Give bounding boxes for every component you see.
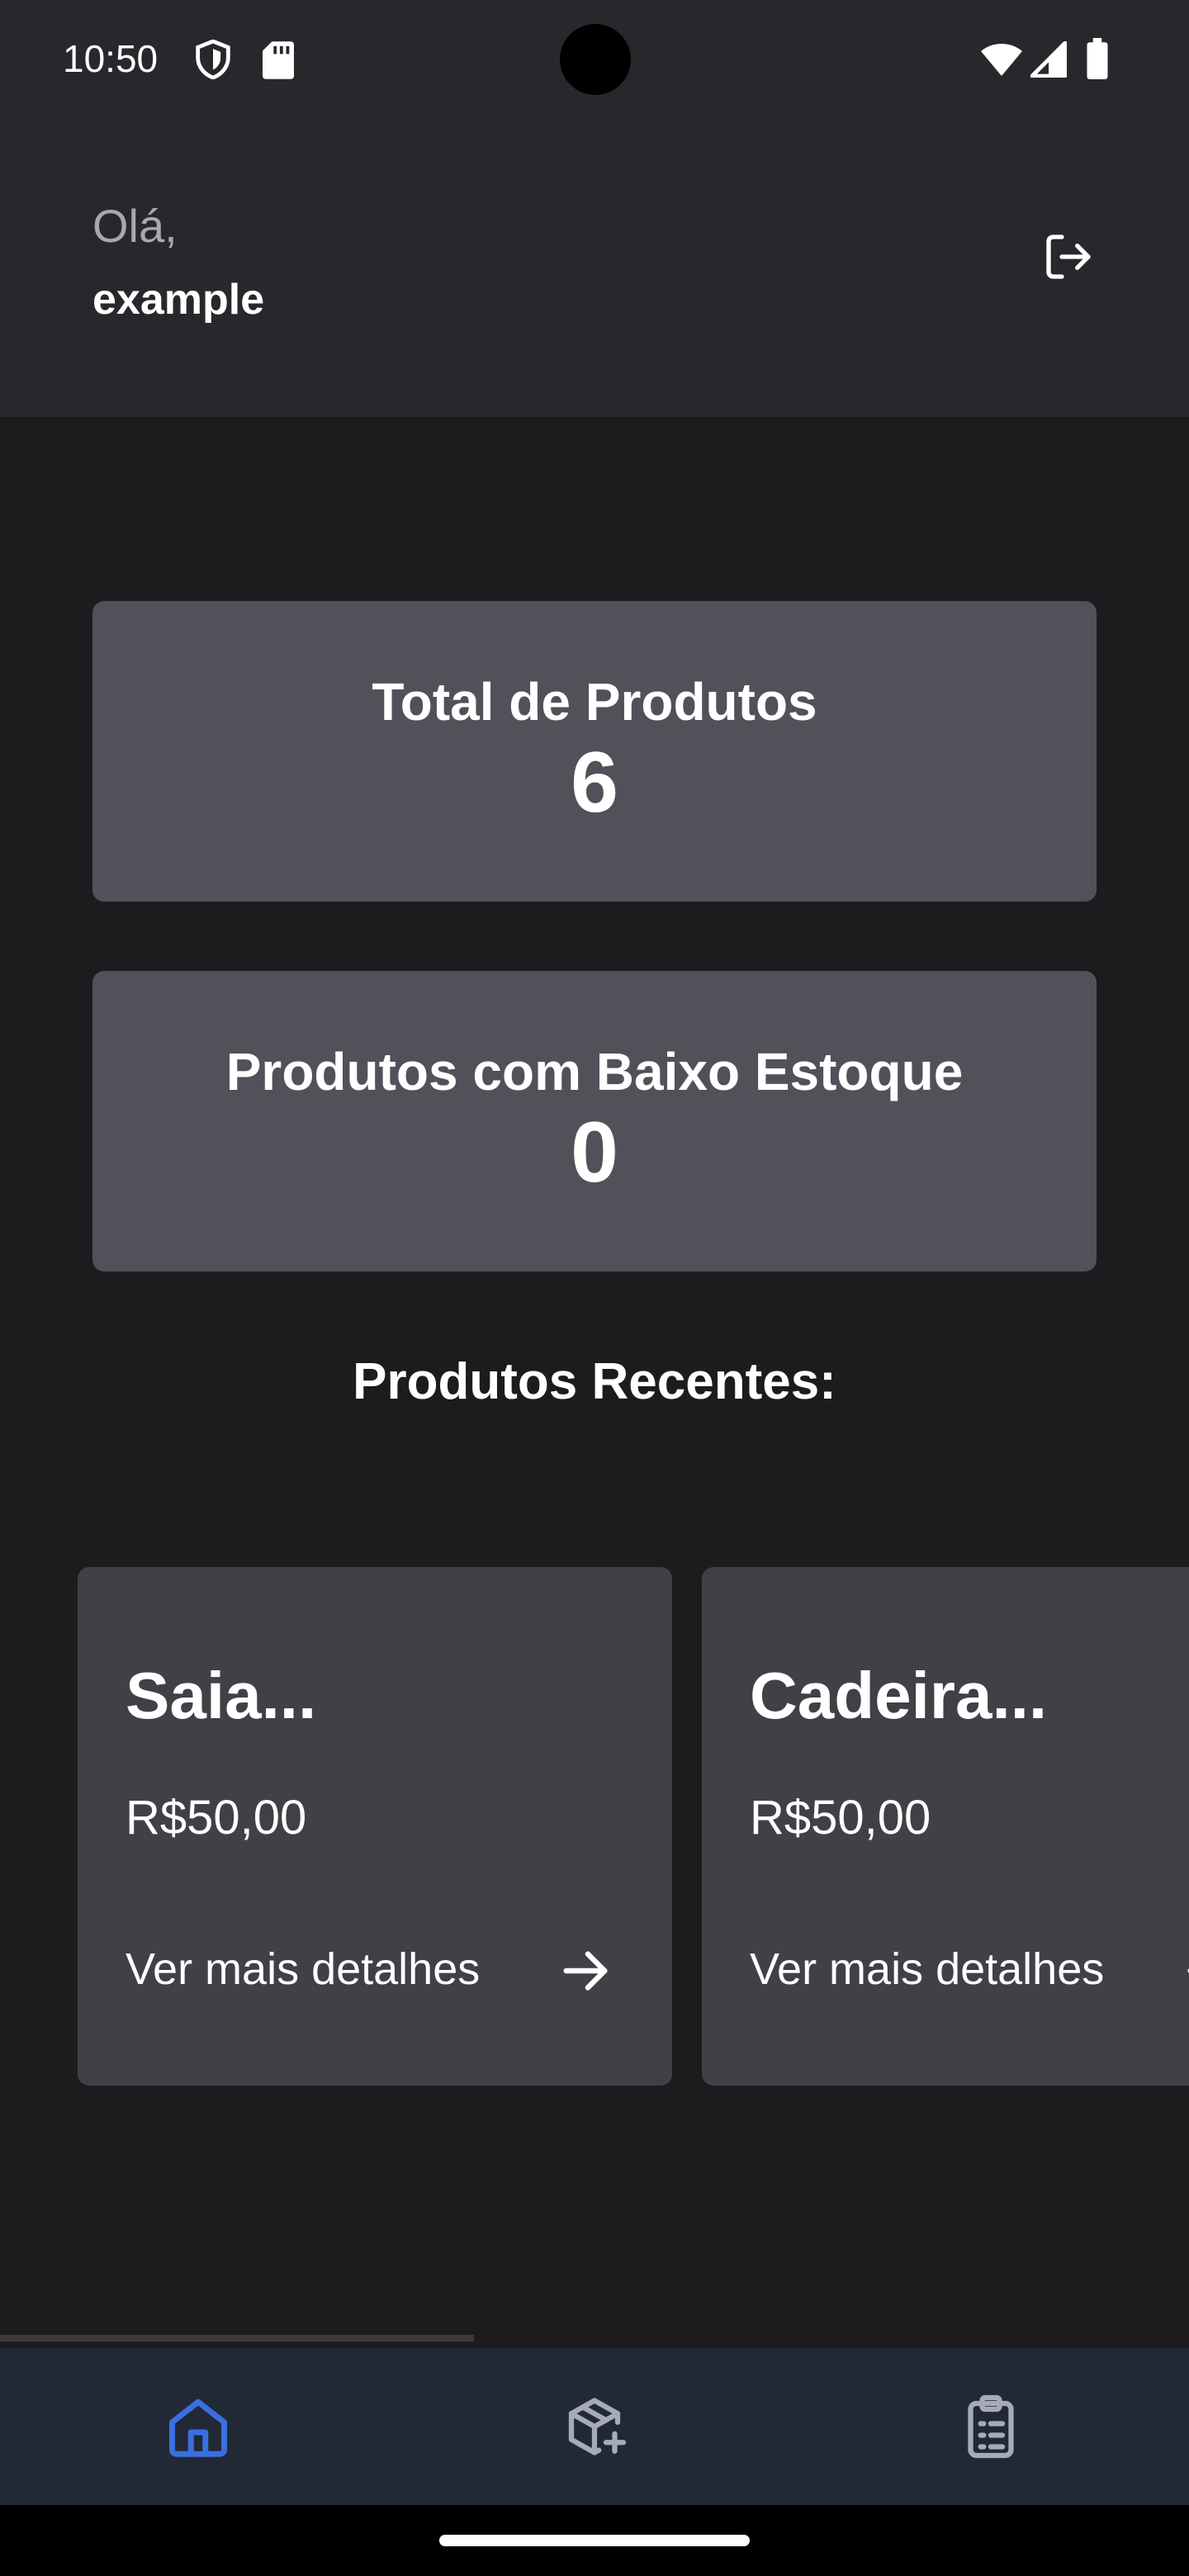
app-header: Olá, example [0, 120, 1189, 417]
sd-card-icon [263, 41, 294, 79]
home-icon [169, 2398, 227, 2457]
product-card[interactable]: Saia... R$50,00 Ver mais detalhes [78, 1567, 672, 2086]
status-bar: 10:50 [0, 0, 1189, 120]
arrow-right-icon[interactable] [1181, 1942, 1189, 2000]
nav-home[interactable] [0, 2348, 396, 2505]
battery-icon [1087, 38, 1108, 79]
app-screen: 10:50 Olá, example Total de Produtos 6 P… [0, 0, 1189, 2576]
camera-cutout [560, 24, 631, 95]
low-stock-card: Produtos com Baixo Estoque 0 [92, 971, 1097, 1271]
shield-icon [196, 40, 230, 79]
product-name: Saia... [126, 1659, 317, 1732]
logout-button[interactable] [1035, 224, 1101, 290]
username-text: example [92, 276, 265, 324]
product-name: Cadeira... [750, 1659, 1048, 1732]
product-price: R$50,00 [126, 1791, 307, 1844]
wifi-icon [981, 44, 1022, 76]
bottom-navigation [0, 2348, 1189, 2505]
total-products-label: Total de Produtos [372, 671, 817, 732]
nav-product-list[interactable] [793, 2348, 1189, 2505]
nav-add-product[interactable] [396, 2348, 793, 2505]
logout-icon [1046, 234, 1091, 279]
product-details-link[interactable]: Ver mais detalhes [126, 1944, 480, 1995]
low-stock-value: 0 [571, 1105, 618, 1200]
low-stock-label: Produtos com Baixo Estoque [225, 1041, 964, 1101]
signal-icon [1030, 41, 1067, 78]
product-price: R$50,00 [750, 1791, 931, 1844]
recent-products-title: Produtos Recentes: [353, 1353, 836, 1410]
horizontal-scroll-indicator [0, 2335, 474, 2342]
arrow-right-icon[interactable] [557, 1942, 614, 2000]
total-products-card: Total de Produtos 6 [92, 601, 1097, 902]
greeting-text: Olá, [92, 200, 178, 252]
status-time: 10:50 [63, 37, 159, 80]
total-products-value: 6 [571, 735, 618, 831]
clipboard-list-icon [968, 2394, 1014, 2459]
product-details-link[interactable]: Ver mais detalhes [750, 1944, 1104, 1995]
home-gesture-bar[interactable] [439, 2535, 750, 2546]
product-card[interactable]: Cadeira... R$50,00 Ver mais detalhes [702, 1567, 1189, 2086]
add-product-icon [568, 2398, 627, 2455]
